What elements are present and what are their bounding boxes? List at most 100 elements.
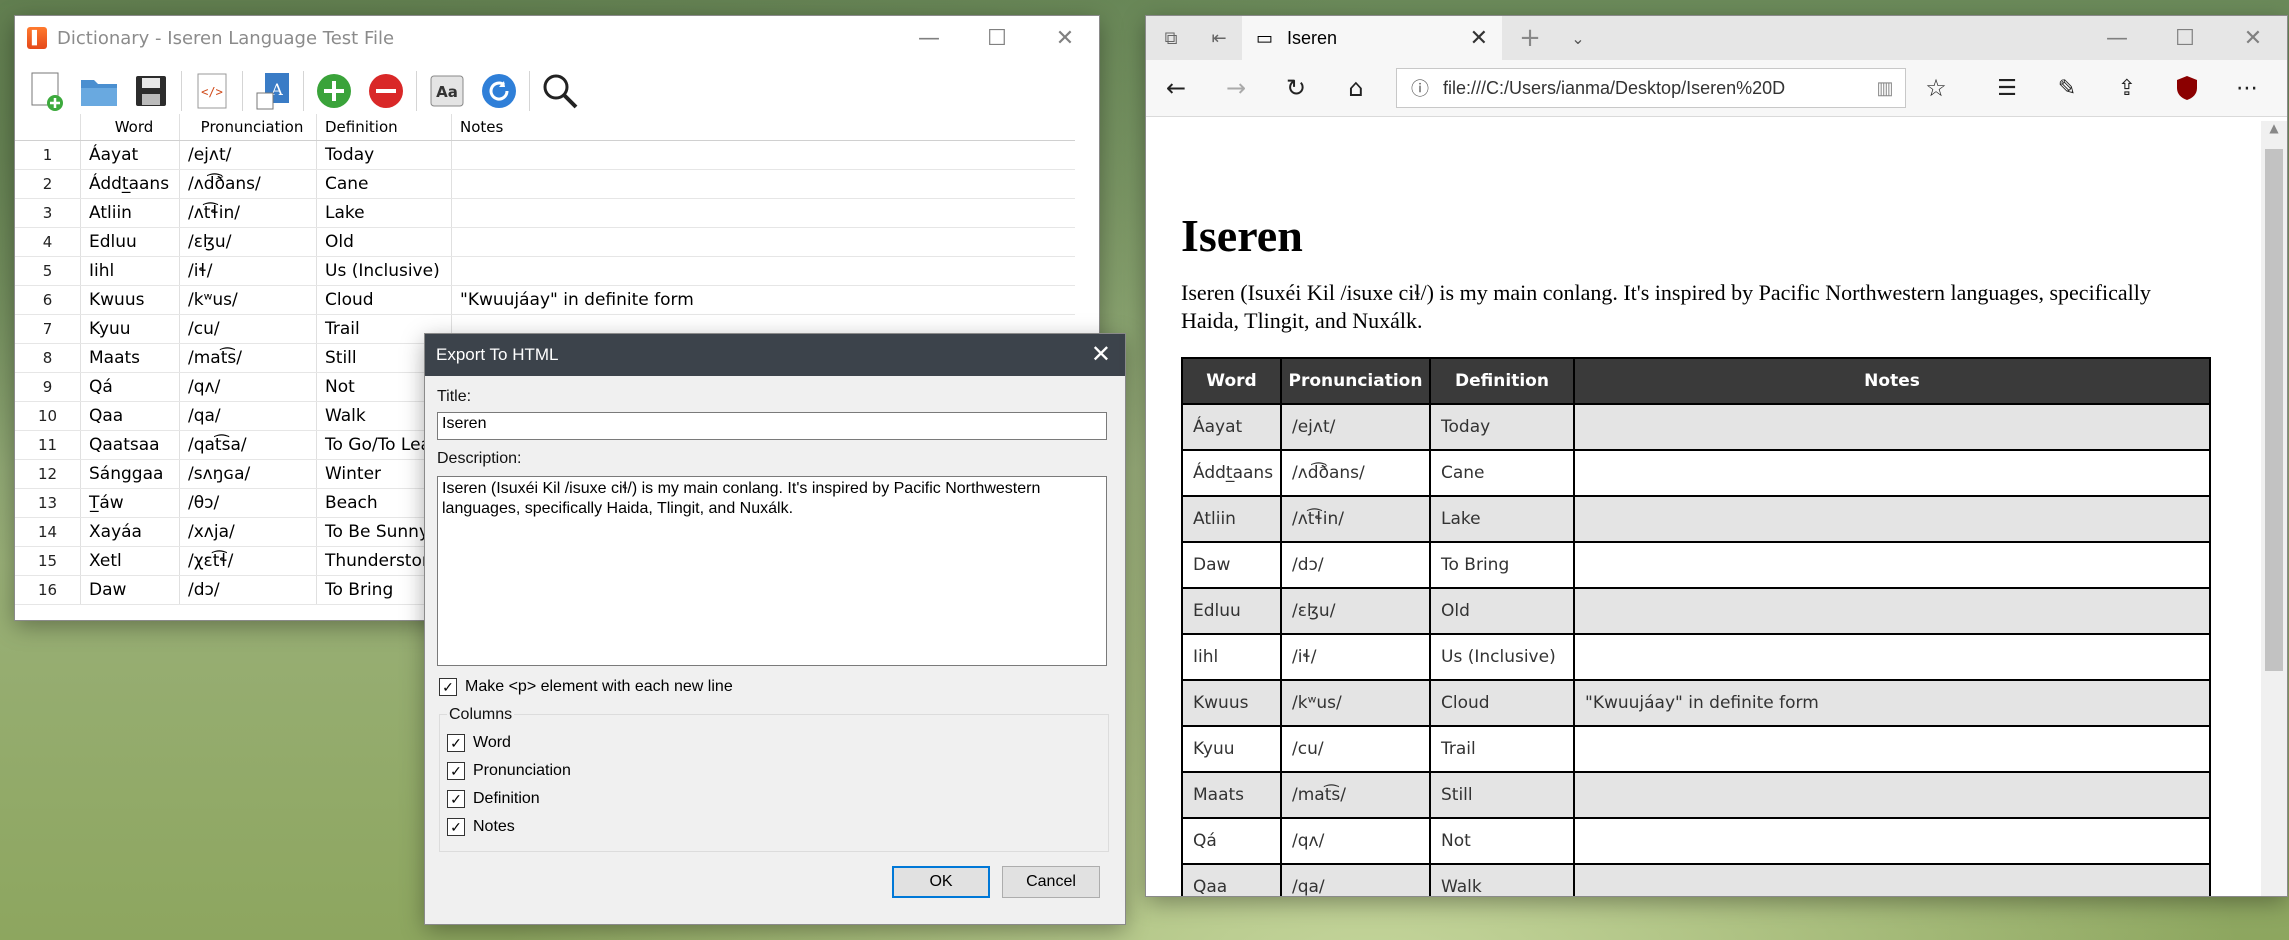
cell-pronunciation[interactable]: /χɛt͡ɬ/ (179, 547, 316, 575)
cell-pronunciation[interactable]: /iɬ/ (179, 257, 316, 285)
favorite-star-icon[interactable]: ☆ (1906, 60, 1966, 116)
new-tab-icon[interactable]: + (1502, 16, 1558, 60)
cell-definition[interactable]: Lake (316, 199, 451, 227)
cell-notes[interactable] (451, 199, 1075, 227)
cell-definition[interactable]: Today (316, 141, 451, 169)
url-field[interactable]: ⓘ file:///C:/Users/ianma/Desktop/Iseren%… (1396, 68, 1906, 108)
more-options-icon[interactable]: ⋯ (2217, 60, 2277, 116)
forward-arrow-icon[interactable]: → (1206, 60, 1266, 116)
cell-word[interactable]: Kwuus (80, 286, 179, 314)
cell-word[interactable]: Xetl (80, 547, 179, 575)
cell-word[interactable]: T̲áw (80, 489, 179, 517)
add-entry-button[interactable] (312, 69, 356, 113)
table-row[interactable]: 5 Iihl/iɬ/Us (Inclusive) (15, 257, 1075, 286)
reading-view-icon[interactable]: ▥ (1865, 78, 1905, 99)
info-icon[interactable]: ⓘ (1397, 75, 1443, 101)
set-tabs-aside-icon[interactable]: ⇤ (1196, 16, 1242, 60)
cell-definition[interactable]: Cloud (316, 286, 451, 314)
ok-button[interactable]: OK (892, 866, 990, 898)
refresh-icon[interactable]: ↻ (1266, 60, 1326, 116)
cell-notes[interactable] (451, 141, 1075, 169)
column-header-word[interactable]: Word (80, 114, 179, 140)
save-button[interactable] (129, 69, 173, 113)
cell-notes[interactable]: "Kwuujáay" in definite form (451, 286, 1075, 314)
column-pronunciation-checkbox[interactable]: ✓ (447, 762, 465, 780)
ublock-shield-icon[interactable] (2157, 60, 2217, 116)
new-file-button[interactable] (25, 69, 69, 113)
cell-definition[interactable]: Old (316, 228, 451, 256)
column-header-notes[interactable]: Notes (451, 114, 1075, 140)
page-scrollbar[interactable]: ▲ (2261, 121, 2287, 896)
close-button[interactable]: ✕ (1031, 16, 1099, 60)
tab-preview-icon[interactable]: ⧉ (1146, 16, 1196, 60)
cell-pronunciation[interactable]: /xʌja/ (179, 518, 316, 546)
dialog-titlebar[interactable]: Export To HTML ✕ (425, 334, 1125, 376)
column-option-pronunciation[interactable]: ✓ Pronunciation (447, 762, 571, 780)
back-arrow-icon[interactable]: ← (1146, 60, 1206, 116)
home-icon[interactable]: ⌂ (1326, 60, 1386, 116)
table-row[interactable]: 6 Kwuus/kʷus/Cloud "Kwuujáay" in definite … (15, 286, 1075, 315)
cell-pronunciation[interactable]: /cu/ (179, 315, 316, 343)
cell-definition[interactable]: Cane (316, 170, 451, 198)
cell-definition[interactable]: Us (Inclusive) (316, 257, 451, 285)
cell-pronunciation[interactable]: /mat͡s/ (179, 344, 316, 372)
column-notes-checkbox[interactable]: ✓ (447, 818, 465, 836)
text-format-button[interactable]: Aa (425, 69, 469, 113)
cell-word[interactable]: Áayat (80, 141, 179, 169)
description-textarea[interactable]: Iseren (Isuxéi Kil /isuxe ciɬ/) is my ma… (437, 476, 1107, 666)
column-option-notes[interactable]: ✓ Notes (447, 818, 515, 836)
cell-pronunciation[interactable]: /kʷus/ (179, 286, 316, 314)
cell-pronunciation[interactable]: /dɔ/ (179, 576, 316, 604)
cell-word[interactable]: Áddt̲aans (80, 170, 179, 198)
cell-pronunciation[interactable]: /sʌŋɢa/ (179, 460, 316, 488)
remove-entry-button[interactable] (364, 69, 408, 113)
cell-pronunciation[interactable]: /θɔ/ (179, 489, 316, 517)
cell-word[interactable]: Xayáa (80, 518, 179, 546)
tab-list-chevron-icon[interactable]: ⌄ (1558, 16, 1598, 60)
cell-pronunciation[interactable]: /ejʌt/ (179, 141, 316, 169)
maximize-button[interactable]: ☐ (963, 16, 1031, 60)
close-tab-icon[interactable]: ✕ (1470, 25, 1488, 51)
make-p-checkbox-row[interactable]: ✓ Make <p> element with each new line (439, 678, 733, 696)
column-word-checkbox[interactable]: ✓ (447, 734, 465, 752)
favorites-hub-icon[interactable]: ☰ (1977, 60, 2037, 116)
column-definition-checkbox[interactable]: ✓ (447, 790, 465, 808)
cell-pronunciation[interactable]: /ʌt͡ɬin/ (179, 199, 316, 227)
cell-word[interactable]: Kyuu (80, 315, 179, 343)
scroll-thumb[interactable] (2265, 149, 2283, 671)
cell-pronunciation[interactable]: /ɛɮu/ (179, 228, 316, 256)
cell-pronunciation[interactable]: /ʌd͡ðans/ (179, 170, 316, 198)
cell-word[interactable]: Qaa (80, 402, 179, 430)
cell-notes[interactable] (451, 257, 1075, 285)
cancel-button[interactable]: Cancel (1002, 866, 1100, 898)
scroll-up-icon[interactable]: ▲ (2261, 121, 2287, 145)
table-row[interactable]: 2 Áddt̲aans/ʌd͡ðans/Cane (15, 170, 1075, 199)
cell-word[interactable]: Maats (80, 344, 179, 372)
cell-word[interactable]: Iihl (80, 257, 179, 285)
column-option-definition[interactable]: ✓ Definition (447, 790, 540, 808)
dialog-close-icon[interactable]: ✕ (1091, 340, 1111, 369)
cell-word[interactable]: Sánggaa (80, 460, 179, 488)
export-html-button[interactable]: </> (190, 69, 234, 113)
cell-word[interactable]: Qá (80, 373, 179, 401)
make-p-checkbox[interactable]: ✓ (439, 678, 457, 696)
cell-notes[interactable] (451, 228, 1075, 256)
open-folder-button[interactable] (77, 69, 121, 113)
minimize-button[interactable]: — (895, 16, 963, 60)
browser-tab[interactable]: ▭ Iseren ✕ (1242, 16, 1502, 60)
web-note-pen-icon[interactable]: ✎ (2037, 60, 2097, 116)
browser-close-button[interactable]: ✕ (2219, 16, 2287, 60)
search-button[interactable] (538, 69, 582, 113)
browser-minimize-button[interactable]: — (2083, 16, 2151, 60)
column-option-word[interactable]: ✓ Word (447, 734, 511, 752)
table-row[interactable]: 1 Áayat/ejʌt/Today (15, 141, 1075, 170)
dictionary-titlebar[interactable]: ▌ Dictionary - Iseren Language Test File… (15, 16, 1099, 60)
table-row[interactable]: 4 Edluu/ɛɮu/Old (15, 228, 1075, 257)
title-input[interactable]: Iseren (437, 412, 1107, 440)
column-header-pronunciation[interactable]: Pronunciation (179, 114, 316, 140)
cell-pronunciation[interactable]: /qat͡sa/ (179, 431, 316, 459)
column-header-definition[interactable]: Definition (316, 114, 451, 140)
share-icon[interactable]: ⇪ (2097, 60, 2157, 116)
cell-word[interactable]: Daw (80, 576, 179, 604)
cell-pronunciation[interactable]: /qʌ/ (179, 373, 316, 401)
